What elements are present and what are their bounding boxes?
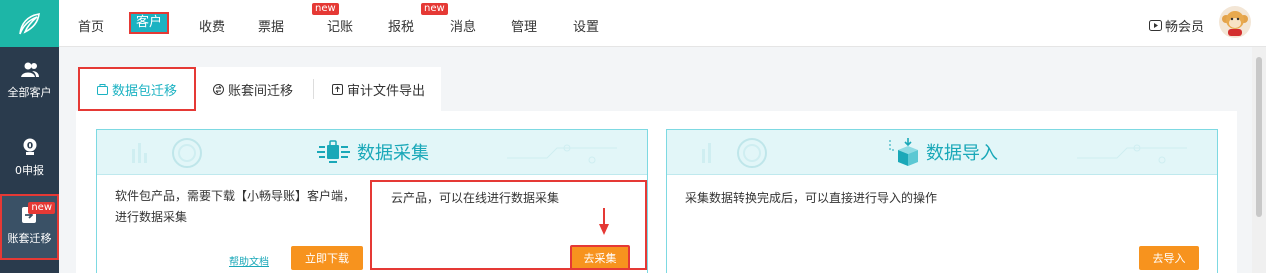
- decorative-circuit-icon: [702, 138, 767, 168]
- decorative-circuit-icon: [132, 138, 202, 168]
- help-doc-link[interactable]: 帮助文档: [229, 253, 269, 268]
- vertical-scrollbar[interactable]: [1252, 47, 1266, 273]
- nav-bookkeeping[interactable]: 记账: [327, 16, 353, 35]
- software-package-description: 软件包产品，需要下载【小畅导账】客户端，进行数据采集: [115, 189, 356, 224]
- tab-label: 账套间迁移: [228, 83, 294, 99]
- user-avatar[interactable]: [1219, 6, 1251, 38]
- collect-button[interactable]: 去采集: [570, 245, 630, 270]
- swap-icon: [213, 83, 224, 95]
- feather-logo-icon: [18, 12, 40, 34]
- download-now-button[interactable]: 立即下载: [291, 246, 363, 270]
- data-import-icon: [889, 138, 918, 166]
- nav-settings[interactable]: 设置: [573, 16, 599, 35]
- nav-bills[interactable]: 票据: [258, 16, 284, 35]
- zero-declare-icon: 0: [23, 138, 36, 155]
- nav-home[interactable]: 首页: [78, 16, 104, 35]
- card-header: 数据采集: [97, 130, 647, 175]
- sidebar-item-label: 0申报: [15, 164, 44, 177]
- card-header: 数据导入: [667, 130, 1217, 175]
- sidebar-item-zero-declare[interactable]: 0 0申报: [0, 138, 59, 182]
- import-button[interactable]: 去导入: [1139, 246, 1199, 270]
- export-icon: [332, 83, 343, 95]
- data-collection-card: 数据采集 软件包产品，需要下载【小畅导账】客户端，进行数据采集 帮助文档 立即下…: [96, 129, 648, 273]
- tab-audit-export[interactable]: 审计文件导出: [332, 67, 425, 111]
- app-logo[interactable]: [0, 0, 59, 47]
- tab-label: 数据包迁移: [111, 83, 177, 99]
- data-import-card: 数据导入 采集数据转换完成后，可以直接进行导入的操作 去导入: [666, 129, 1218, 273]
- vip-member-link[interactable]: 畅会员: [1149, 16, 1204, 35]
- sidebar-item-ledger-migration[interactable]: new 账套迁移: [0, 194, 59, 260]
- nav-tax[interactable]: 报税: [388, 16, 414, 35]
- top-navigation: 首页 客户 收费 票据 new 记账 报税 new 消息 管理 设置 畅会员: [59, 0, 1266, 47]
- sidebar-item-all-customers[interactable]: 全部客户: [0, 62, 59, 114]
- decorative-lines-icon: [1077, 144, 1187, 164]
- nav-messages[interactable]: 消息: [450, 16, 476, 35]
- main-content: 数据包迁移 账套间迁移 审计文件导出 数据采集 软件包产品，需要下载【小畅导账】…: [59, 47, 1252, 273]
- users-icon: [20, 62, 39, 77]
- tab-label: 审计文件导出: [347, 83, 426, 99]
- svg-text:0: 0: [26, 142, 32, 152]
- nav-customers[interactable]: 客户: [129, 12, 170, 34]
- tab-data-package-migration[interactable]: 数据包迁移: [78, 67, 196, 111]
- monkey-avatar-icon: [1222, 11, 1248, 36]
- data-collection-icon: [317, 140, 350, 163]
- new-badge: new: [312, 3, 339, 15]
- decorative-lines-icon: [507, 144, 617, 164]
- new-badge: new: [28, 202, 55, 214]
- sidebar-item-label: 全部客户: [7, 86, 52, 99]
- new-badge: new: [421, 3, 448, 15]
- arrow-down-icon: [599, 208, 609, 235]
- package-icon: [96, 83, 108, 95]
- cloud-product-description: 云产品，可以在线进行数据采集: [391, 191, 560, 205]
- migration-panel: 数据包迁移 账套间迁移 审计文件导出 数据采集 软件包产品，需要下载【小畅导账】…: [76, 63, 1237, 273]
- tab-bar: 数据包迁移 账套间迁移 审计文件导出: [76, 63, 1237, 111]
- card-title: 数据采集: [357, 143, 429, 164]
- play-icon: [1149, 20, 1162, 31]
- tab-ledger-migration[interactable]: 账套间迁移: [213, 67, 293, 111]
- nav-management[interactable]: 管理: [511, 16, 537, 35]
- card-title: 数据导入: [926, 143, 998, 164]
- sidebar-item-label: 账套迁移: [7, 232, 52, 245]
- tab-divider: [313, 79, 314, 99]
- scrollbar-thumb[interactable]: [1256, 57, 1262, 217]
- vip-label: 畅会员: [1165, 20, 1205, 35]
- sidebar: 全部客户 0 0申报 new 账套迁移: [0, 0, 59, 273]
- nav-fees[interactable]: 收费: [199, 16, 225, 35]
- import-description: 采集数据转换完成后，可以直接进行导入的操作: [685, 191, 938, 205]
